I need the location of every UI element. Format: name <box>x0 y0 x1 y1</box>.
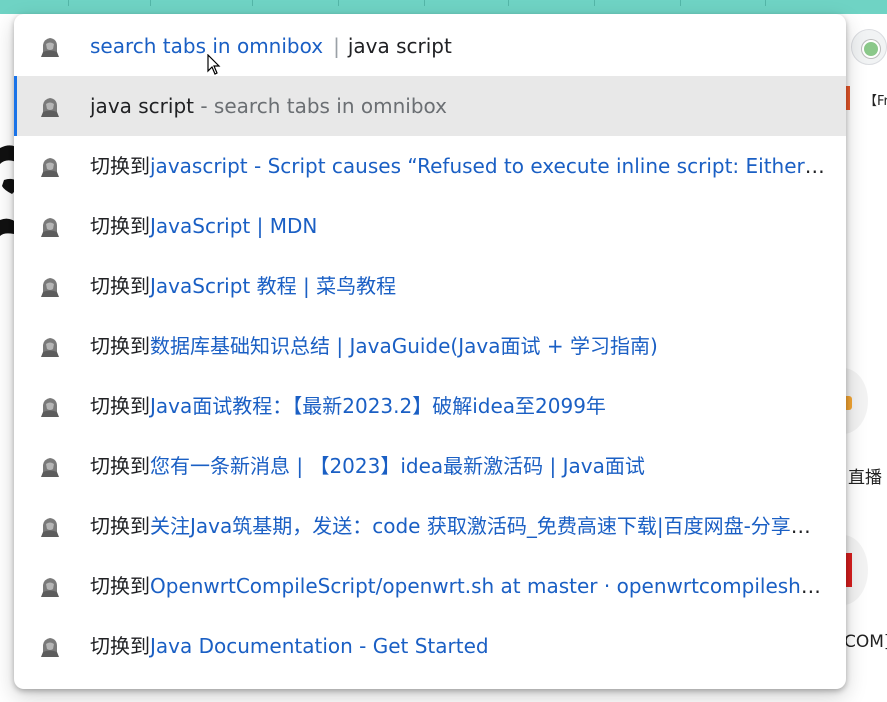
mouse-cursor-icon <box>207 54 221 75</box>
suggestion-switch-tab[interactable]: 切换到Java面试教程：【最新2023.2】破解idea至2099年 <box>14 376 846 436</box>
com-fragment: COM] <box>844 632 887 652</box>
extension-favicon-icon <box>41 278 59 297</box>
omnibox-input-row[interactable]: search tabs in omnibox | java script <box>14 16 846 76</box>
switch-to-tab-prefix: 切换到 <box>90 214 150 238</box>
switch-to-tab-prefix: 切换到 <box>90 154 150 178</box>
suggestion-text: 切换到JavaScript 教程 | 菜鸟教程 <box>90 256 830 316</box>
extension-favicon-icon <box>41 98 59 117</box>
omnibox-dropdown: search tabs in omnibox | java script java … <box>14 14 846 689</box>
extension-favicon-icon <box>41 158 59 177</box>
omnibox-query-text: java script <box>347 34 452 58</box>
tab-title: Java Documentation - Get Started <box>150 634 489 658</box>
extension-favicon-icon <box>41 638 59 657</box>
suggestion-text: 切换到关注Java筑基期，发送：code 获取激活码_免费高速下载|百度网盘-分… <box>90 496 830 556</box>
status-dot-icon <box>862 40 880 58</box>
switch-to-tab-prefix: 切换到 <box>90 514 150 538</box>
switch-to-tab-prefix: 切换到 <box>90 574 150 598</box>
extension-button[interactable] <box>851 29 887 65</box>
partial-tab-text: 【Fr <box>864 94 887 109</box>
switch-to-tab-prefix: 切换到 <box>90 634 150 658</box>
suggestion-switch-tab[interactable]: 切换到JavaScript | MDN <box>14 196 846 256</box>
extension-favicon-icon <box>41 458 59 477</box>
suggestion-switch-tab[interactable]: 切换到数据库基础知识总结 | JavaGuide(Java面试 + 学习指南) <box>14 316 846 376</box>
tab-title: JavaScript | MDN <box>150 214 318 238</box>
extension-favicon-icon <box>41 218 59 237</box>
suggestion-default[interactable]: java script - search tabs in omnibox <box>14 76 846 136</box>
suggestion-switch-tab[interactable]: 切换到javascript - Script causes “Refused t… <box>14 136 846 196</box>
suggestion-text: 切换到您有一条新消息 | 【2023】idea最新激活码 | Java面试 <box>90 436 830 496</box>
switch-to-tab-prefix: 切换到 <box>90 274 150 298</box>
extension-favicon-icon <box>41 578 59 597</box>
omnibox-input[interactable]: search tabs in omnibox | java script <box>90 16 830 76</box>
suggestion-switch-tab[interactable]: 切换到关注Java筑基期，发送：code 获取激活码_免费高速下载|百度网盘-分… <box>14 496 846 556</box>
tab-title: 数据库基础知识总结 | JavaGuide(Java面试 + 学习指南) <box>150 334 658 358</box>
keyword-separator: | <box>333 34 340 58</box>
suggestion-switch-tab[interactable]: 切换到Java Documentation - Get Started <box>14 616 846 676</box>
tab-title: 关注Java筑基期，发送：code 获取激活码_免费高速下载|百度网盘-分享无限… <box>150 514 830 538</box>
tab-strip <box>0 0 887 14</box>
extension-favicon-icon <box>38 35 62 59</box>
suggestion-text: 切换到OpenwrtCompileScript/openwrt.sh at ma… <box>90 556 830 616</box>
tab-title: javascript - Script causes “Refused to e… <box>150 154 830 178</box>
suggestion-text: 切换到JavaScript | MDN <box>90 196 830 256</box>
suggestion-text: java script - search tabs in omnibox <box>90 76 830 136</box>
live-label-fragment: 直播 <box>848 468 882 488</box>
switch-to-tab-prefix: 切换到 <box>90 454 150 478</box>
suggestion-query: java script <box>90 94 194 118</box>
suggestion-hint: - search tabs in omnibox <box>194 94 447 118</box>
extension-favicon-icon <box>41 338 59 357</box>
tab-title: OpenwrtCompileScript/openwrt.sh at maste… <box>150 574 830 598</box>
tab-title: Java面试教程：【最新2023.2】破解idea至2099年 <box>150 394 606 418</box>
suggestion-text: 切换到javascript - Script causes “Refused t… <box>90 136 830 196</box>
suggestion-switch-tab[interactable]: 切换到OpenwrtCompileScript/openwrt.sh at ma… <box>14 556 846 616</box>
tab-title: JavaScript 教程 | 菜鸟教程 <box>150 274 397 298</box>
switch-to-tab-prefix: 切换到 <box>90 394 150 418</box>
tab-title: 您有一条新消息 | 【2023】idea最新激活码 | Java面试 <box>150 454 645 478</box>
suggestion-text: 切换到数据库基础知识总结 | JavaGuide(Java面试 + 学习指南) <box>90 316 830 376</box>
suggestion-switch-tab[interactable]: 切换到您有一条新消息 | 【2023】idea最新激活码 | Java面试 <box>14 436 846 496</box>
suggestion-text: 切换到Java Documentation - Get Started <box>90 616 830 676</box>
suggestion-switch-tab[interactable]: 切换到JavaScript 教程 | 菜鸟教程 <box>14 256 846 316</box>
suggestion-text: 切换到Java面试教程：【最新2023.2】破解idea至2099年 <box>90 376 830 436</box>
extension-favicon-icon <box>41 398 59 417</box>
switch-to-tab-prefix: 切换到 <box>90 334 150 358</box>
extension-favicon-icon <box>41 518 59 537</box>
